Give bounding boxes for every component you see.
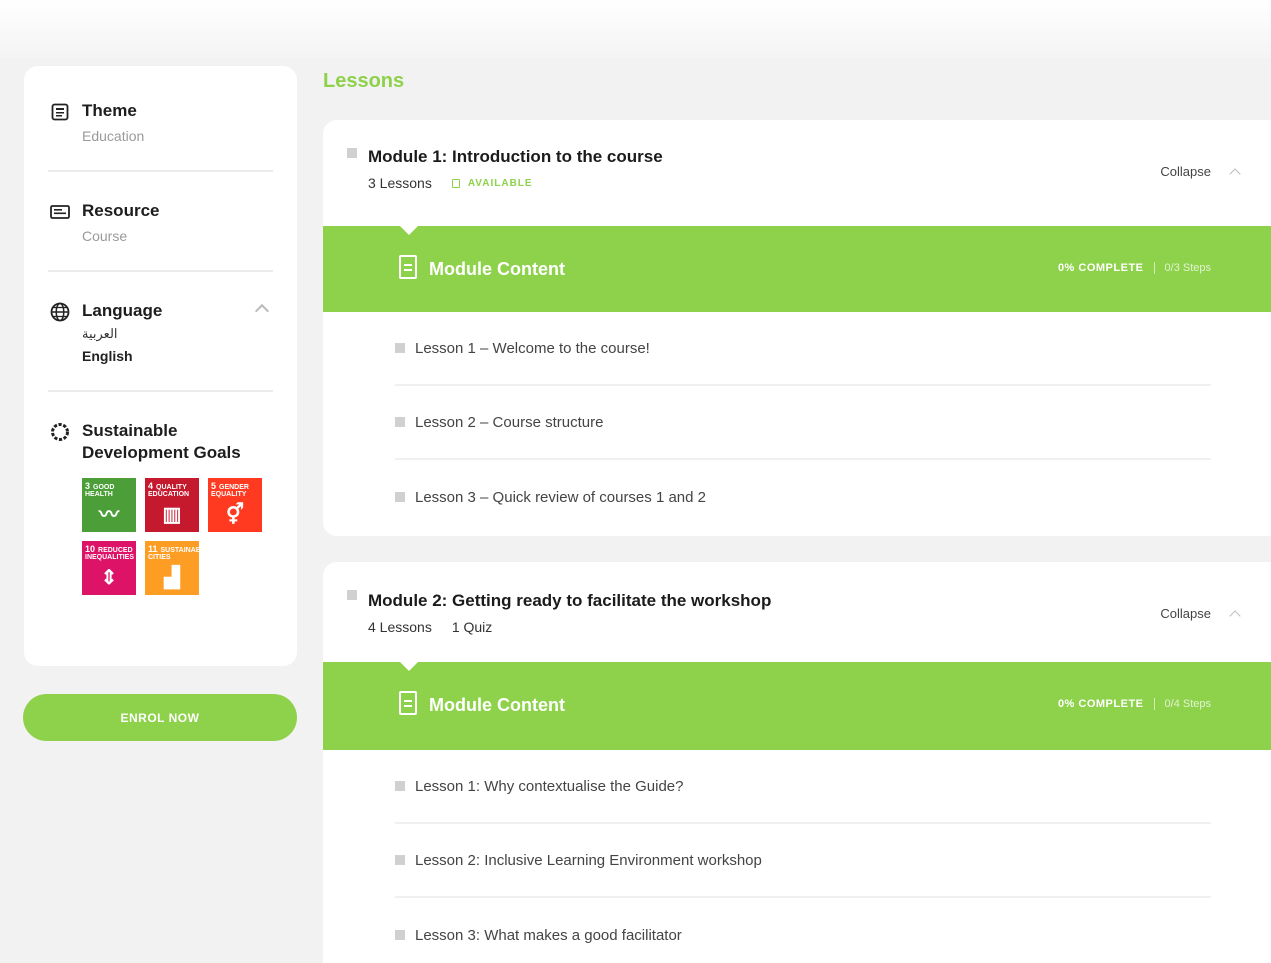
- lesson-bullet-icon: [395, 855, 405, 865]
- divider: [1153, 262, 1155, 274]
- sdg-goal-glyph: 〰: [99, 504, 119, 526]
- sdg-goal-glyph: ▥: [162, 504, 182, 526]
- module-content-label: Module Content: [429, 695, 565, 715]
- list-item[interactable]: Lesson 3: What makes a good facilitator: [395, 898, 1211, 963]
- module-meta: 4 Lessons 1 Quiz: [368, 619, 492, 635]
- sdg-wheel-icon: [50, 422, 70, 442]
- sdg-goal-number: 11: [148, 544, 158, 554]
- sdg-goal-number: 10: [85, 544, 96, 554]
- language-option-english[interactable]: English: [82, 348, 273, 364]
- sdg-goal-number: 4: [148, 481, 154, 491]
- module-meta: 3 Lessons AVAILABLE: [368, 175, 533, 191]
- course-info-sidebar: Theme Education Resource Course Language…: [24, 66, 297, 666]
- sdg-goal-icon: 5 GENDER EQUALITY ⚥: [208, 478, 262, 532]
- list-item[interactable]: Lesson 1 – Welcome to the course!: [395, 312, 1211, 386]
- module-header[interactable]: Module 2: Getting ready to facilitate th…: [323, 562, 1271, 662]
- sdg-goal-icon: 10 REDUCED INEQUALITIES ⇕: [82, 541, 136, 595]
- theme-icon: [50, 102, 70, 122]
- module-content-label: Module Content: [429, 259, 565, 279]
- lesson-title[interactable]: Lesson 1 – Welcome to the course!: [415, 340, 650, 357]
- progress-steps: 0/3 Steps: [1164, 262, 1211, 274]
- lesson-title[interactable]: Lesson 3: What makes a good facilitator: [415, 927, 682, 944]
- availability-badge: AVAILABLE: [451, 177, 533, 189]
- lesson-title[interactable]: Lesson 1: Why contextualise the Guide?: [415, 778, 684, 795]
- lock-icon: [451, 178, 460, 188]
- language-section[interactable]: Language العربية English: [48, 300, 273, 364]
- notch-arrow: [399, 225, 419, 235]
- document-icon: [399, 691, 417, 715]
- lesson-bullet-icon: [395, 417, 405, 427]
- module-card: Module 1: Introduction to the course 3 L…: [323, 120, 1271, 536]
- module-title[interactable]: Module 1: Introduction to the course: [368, 147, 663, 167]
- sdg-goal-icon: 3 GOOD HEALTH 〰: [82, 478, 136, 532]
- divider: [1153, 698, 1155, 710]
- lesson-bullet-icon: [395, 781, 405, 791]
- divider: [48, 390, 273, 392]
- module-header[interactable]: Module 1: Introduction to the course 3 L…: [323, 120, 1271, 226]
- lesson-title[interactable]: Lesson 2: Inclusive Learning Environment…: [415, 852, 762, 869]
- list-item[interactable]: Lesson 3 – Quick review of courses 1 and…: [395, 460, 1211, 534]
- theme-value: Education: [82, 128, 145, 144]
- module-content-bar: Module Content 0% COMPLETE 0/4 Steps: [323, 661, 1271, 750]
- progress-percent: 0% COMPLETE: [1057, 698, 1144, 710]
- lesson-bullet-icon: [395, 343, 405, 353]
- page-title: Lessons: [323, 70, 405, 92]
- divider: [48, 170, 273, 172]
- divider: [48, 270, 273, 272]
- sdg-goal-glyph: ⚥: [225, 504, 245, 526]
- progress-steps: 0/4 Steps: [1164, 698, 1211, 710]
- sdg-goal-icon: 4 QUALITY EDUCATION ▥: [145, 478, 199, 532]
- list-item[interactable]: Lesson 2 – Course structure: [395, 386, 1211, 460]
- sdg-goal-glyph: ▟: [164, 567, 180, 589]
- chevron-up-icon[interactable]: [1229, 168, 1241, 180]
- progress-percent: 0% COMPLETE: [1057, 262, 1144, 274]
- module-bullet-icon: [347, 590, 357, 600]
- module-lesson-count: 3 Lessons: [368, 175, 432, 191]
- collapse-button[interactable]: Collapse: [1160, 164, 1211, 179]
- sdg-goal-glyph: ⇕: [100, 567, 118, 589]
- list-item[interactable]: Lesson 1: Why contextualise the Guide?: [395, 750, 1211, 824]
- module-lesson-count: 4 Lessons: [368, 619, 432, 635]
- sdg-icon-grid: 3 GOOD HEALTH 〰 4 QUALITY EDUCATION ▥ 5 GENDER …: [82, 478, 273, 595]
- sdg-goal-name: GENDER EQUALITY: [211, 484, 249, 498]
- module-progress: 0% COMPLETE 0/3 Steps: [1058, 262, 1211, 274]
- module-content-bar: Module Content 0% COMPLETE 0/3 Steps: [323, 225, 1271, 312]
- module-progress: 0% COMPLETE 0/4 Steps: [1058, 698, 1211, 710]
- resource-label: Resource: [82, 201, 160, 220]
- enrol-now-button[interactable]: ENROL NOW: [23, 694, 297, 741]
- notch-arrow: [399, 661, 419, 671]
- list-item[interactable]: Lesson 2: Inclusive Learning Environment…: [395, 824, 1211, 898]
- module-quiz-count: 1 Quiz: [451, 619, 493, 635]
- top-header-bar: [0, 0, 1271, 58]
- collapse-button[interactable]: Collapse: [1160, 606, 1211, 621]
- sdg-goal-number: 5: [211, 481, 217, 491]
- lesson-title[interactable]: Lesson 2 – Course structure: [415, 414, 603, 431]
- chevron-up-icon[interactable]: [1229, 610, 1241, 622]
- module-card: Module 2: Getting ready to facilitate th…: [323, 562, 1271, 963]
- resource-icon: [50, 202, 70, 222]
- sdg-goal-name: QUALITY EDUCATION: [148, 484, 190, 498]
- document-icon: [399, 255, 417, 279]
- sdg-goal-number: 3: [85, 481, 91, 491]
- module-title[interactable]: Module 2: Getting ready to facilitate th…: [368, 591, 771, 611]
- availability-label: AVAILABLE: [467, 177, 533, 189]
- resource-section: Resource Course: [48, 200, 273, 244]
- resource-value: Course: [82, 228, 128, 244]
- theme-label: Theme: [82, 101, 137, 120]
- module-bullet-icon: [347, 148, 357, 158]
- theme-section: Theme Education: [48, 100, 273, 144]
- sdg-goal-icon: 11SUSTAINABLE CITIES▟: [145, 541, 199, 595]
- lesson-bullet-icon: [395, 930, 405, 940]
- language-option-arabic[interactable]: العربية: [82, 326, 273, 342]
- lesson-list: Lesson 1: Why contextualise the Guide? L…: [323, 750, 1271, 963]
- lesson-title[interactable]: Lesson 3 – Quick review of courses 1 and…: [415, 489, 706, 506]
- globe-icon: [50, 302, 70, 322]
- lesson-list: Lesson 1 – Welcome to the course! Lesson…: [323, 312, 1271, 534]
- sdg-section: Sustainable Development Goals 3 GOOD HEAL…: [48, 420, 273, 595]
- lesson-bullet-icon: [395, 492, 405, 502]
- sdg-label: Sustainable Development Goals: [82, 421, 241, 462]
- language-label: Language: [82, 301, 163, 320]
